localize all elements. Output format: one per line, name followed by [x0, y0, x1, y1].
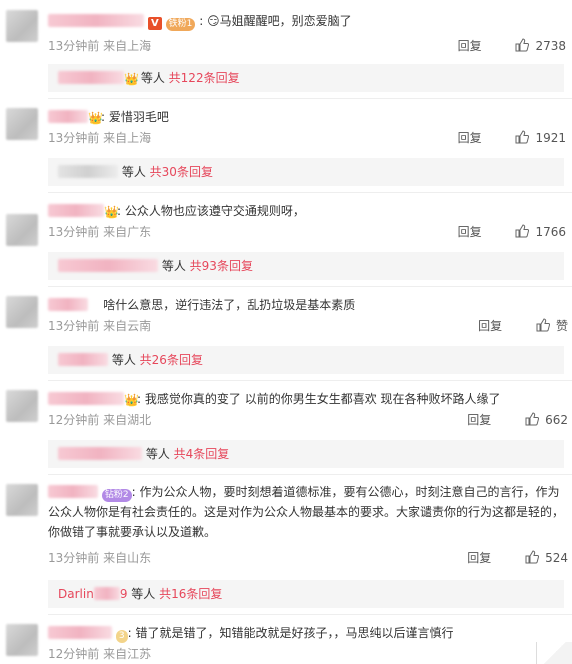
comment-text: 我感觉你真的变了 以前的你男生女生都喜欢 现在各种败坏路人缘了	[144, 392, 501, 406]
replies-expander[interactable]: 等人 共4条回复	[48, 440, 564, 468]
comment-text: 马姐醒醒吧，别恋爱脑了	[219, 14, 352, 28]
reply-count-link[interactable]: 共30条回复	[150, 165, 213, 179]
thumb-up-icon	[515, 38, 530, 52]
comment-meta: 13分钟前 来自广东	[48, 225, 152, 239]
comment-text: 啥什么意思，逆行违法了，乱扔垃圾是基本素质	[103, 298, 356, 312]
like-button[interactable]: 524	[525, 550, 568, 565]
thumb-up-icon	[515, 130, 530, 144]
reply-count-link[interactable]: 共122条回复	[169, 71, 240, 85]
verified-badge-icon: V	[147, 17, 162, 30]
reply-count-link[interactable]: 共93条回复	[190, 259, 253, 273]
comment-meta: 13分钟前 来自山东	[48, 551, 152, 565]
comment-text: 爱惜羽毛吧	[108, 110, 169, 124]
avatar[interactable]	[6, 214, 38, 246]
comment-meta: 12分钟前 来自江苏	[48, 647, 152, 661]
comment-text: 错了就是错了，知错能改就是好孩子，，马思纯以后谨言慎行	[135, 626, 454, 640]
like-count: 662	[545, 413, 568, 427]
fan-level-badge: 铁粉1	[165, 18, 196, 31]
avatar[interactable]	[6, 390, 38, 422]
fan-level-badge: 钻粉2	[101, 489, 132, 502]
thumb-up-icon	[525, 412, 540, 426]
username-blurred[interactable]	[48, 204, 104, 217]
fan-level-badge: 3	[115, 630, 128, 643]
like-button[interactable]: 662	[525, 412, 568, 427]
like-count: 2738	[535, 39, 566, 53]
comment-text: 公众人物也应该遵守交通规则呀，	[124, 204, 305, 218]
like-button[interactable]: 1766	[515, 224, 566, 239]
like-count: 1921	[535, 131, 566, 145]
username-blurred[interactable]	[48, 14, 144, 27]
username-blurred[interactable]	[48, 392, 124, 405]
reply-button[interactable]: 回复	[478, 319, 502, 333]
username-blurred[interactable]	[48, 485, 98, 498]
username-blurred[interactable]	[48, 626, 112, 639]
avatar[interactable]	[6, 10, 38, 42]
replies-expander[interactable]: Darlin 9 等人 共16条回复	[48, 580, 564, 608]
reply-button[interactable]: 回复	[467, 551, 491, 565]
reply-button[interactable]: 回复	[458, 131, 482, 145]
username-blurred[interactable]	[48, 110, 88, 123]
avatar[interactable]	[6, 296, 38, 328]
thumb-up-icon	[525, 550, 540, 564]
like-count: 赞	[555, 319, 568, 333]
replies-expander[interactable]: 等人 共30条回复	[48, 158, 564, 186]
username-blurred[interactable]	[48, 298, 88, 311]
reply-button[interactable]: 回复	[458, 39, 482, 53]
like-button[interactable]: 2738	[515, 38, 566, 53]
comment-meta: 13分钟前 来自云南	[48, 319, 152, 333]
like-count: 524	[545, 551, 568, 565]
thumb-up-icon	[515, 224, 530, 238]
avatar[interactable]	[6, 108, 38, 140]
comment-meta: 13分钟前 来自上海	[48, 39, 152, 53]
page-curl-decoration	[536, 642, 572, 664]
like-count: 1766	[535, 225, 566, 239]
replies-expander[interactable]: 等人 共26条回复	[48, 346, 564, 374]
replies-expander[interactable]: 👑 等人 共122条回复	[48, 64, 564, 92]
reply-count-link[interactable]: 共26条回复	[140, 353, 203, 367]
like-button[interactable]: 1921	[515, 130, 566, 145]
reply-button[interactable]: 回复	[458, 225, 482, 239]
emoji-icon: 😏	[207, 14, 220, 28]
avatar[interactable]	[6, 624, 38, 656]
like-button[interactable]: 赞	[536, 318, 568, 333]
reply-button[interactable]: 回复	[467, 413, 491, 427]
reply-count-link[interactable]: 共4条回复	[174, 447, 230, 461]
comment-meta: 13分钟前 来自上海	[48, 131, 152, 145]
avatar[interactable]	[6, 484, 38, 516]
thumb-up-icon	[536, 318, 550, 332]
comment-meta: 12分钟前 来自湖北	[48, 413, 152, 427]
replies-expander[interactable]: 等人 共93条回复	[48, 252, 564, 280]
reply-count-link[interactable]: 共16条回复	[159, 587, 222, 601]
